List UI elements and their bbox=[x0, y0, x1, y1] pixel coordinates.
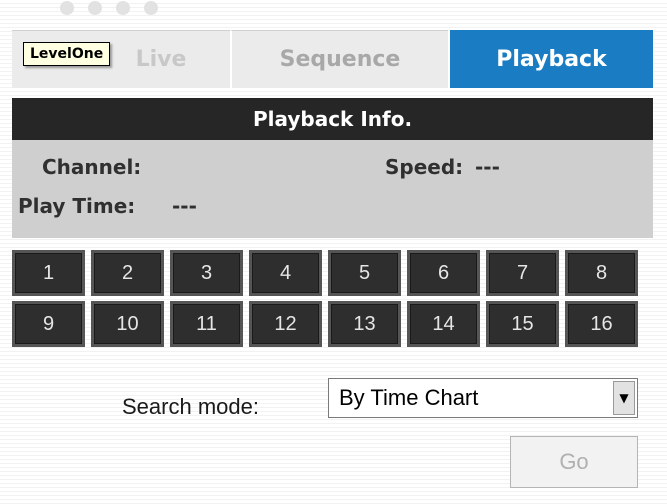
speed-value: --- bbox=[475, 155, 500, 179]
channel-button-15[interactable]: 15 bbox=[486, 301, 559, 347]
play-time-label: Play Time: bbox=[18, 194, 136, 218]
tooltip: LevelOne bbox=[23, 42, 111, 66]
channel-button-10[interactable]: 10 bbox=[91, 301, 164, 347]
channel-button-7[interactable]: 7 bbox=[486, 250, 559, 296]
channel-button-2[interactable]: 2 bbox=[91, 250, 164, 296]
channel-row-2: 9 10 11 12 13 14 15 16 bbox=[12, 301, 653, 347]
chevron-down-icon[interactable]: ▼ bbox=[613, 381, 635, 415]
channel-button-6[interactable]: 6 bbox=[407, 250, 480, 296]
speed-label: Speed: bbox=[385, 155, 464, 179]
channel-button-3[interactable]: 3 bbox=[170, 250, 243, 296]
channel-button-1[interactable]: 1 bbox=[12, 250, 85, 296]
channel-button-12[interactable]: 12 bbox=[249, 301, 322, 347]
channel-button-8[interactable]: 8 bbox=[565, 250, 638, 296]
tab-sequence-label: Sequence bbox=[279, 47, 401, 72]
info-row-channel-speed: Channel: Speed: --- bbox=[12, 140, 653, 185]
info-row-play-time: Play Time: --- bbox=[12, 185, 653, 230]
tab-live-label: Live bbox=[135, 47, 187, 72]
channel-row-1: 1 2 3 4 5 6 7 8 bbox=[12, 250, 653, 296]
channel-button-16[interactable]: 16 bbox=[565, 301, 638, 347]
channel-button-14[interactable]: 14 bbox=[407, 301, 480, 347]
go-button[interactable]: Go bbox=[510, 436, 638, 488]
channel-button-13[interactable]: 13 bbox=[328, 301, 401, 347]
play-time-value: --- bbox=[172, 194, 197, 218]
tab-playback[interactable]: Playback bbox=[448, 30, 653, 88]
playback-info-panel: Playback Info. Channel: Speed: --- Play … bbox=[12, 98, 653, 238]
playback-info-title: Playback Info. bbox=[12, 98, 653, 140]
channel-button-4[interactable]: 4 bbox=[249, 250, 322, 296]
channel-grid: 1 2 3 4 5 6 7 8 9 10 11 12 13 14 15 16 bbox=[12, 250, 653, 352]
search-mode-label: Search mode: bbox=[122, 394, 259, 419]
search-mode-value: By Time Chart bbox=[339, 385, 479, 410]
tab-playback-label: Playback bbox=[496, 46, 607, 72]
channel-button-9[interactable]: 9 bbox=[12, 301, 85, 347]
channel-button-11[interactable]: 11 bbox=[170, 301, 243, 347]
channel-label: Channel: bbox=[42, 155, 142, 179]
search-mode-select[interactable]: By Time Chart ▼ bbox=[328, 378, 638, 418]
tab-sequence[interactable]: Sequence bbox=[230, 30, 448, 88]
loading-dots bbox=[60, 0, 190, 15]
channel-button-5[interactable]: 5 bbox=[328, 250, 401, 296]
